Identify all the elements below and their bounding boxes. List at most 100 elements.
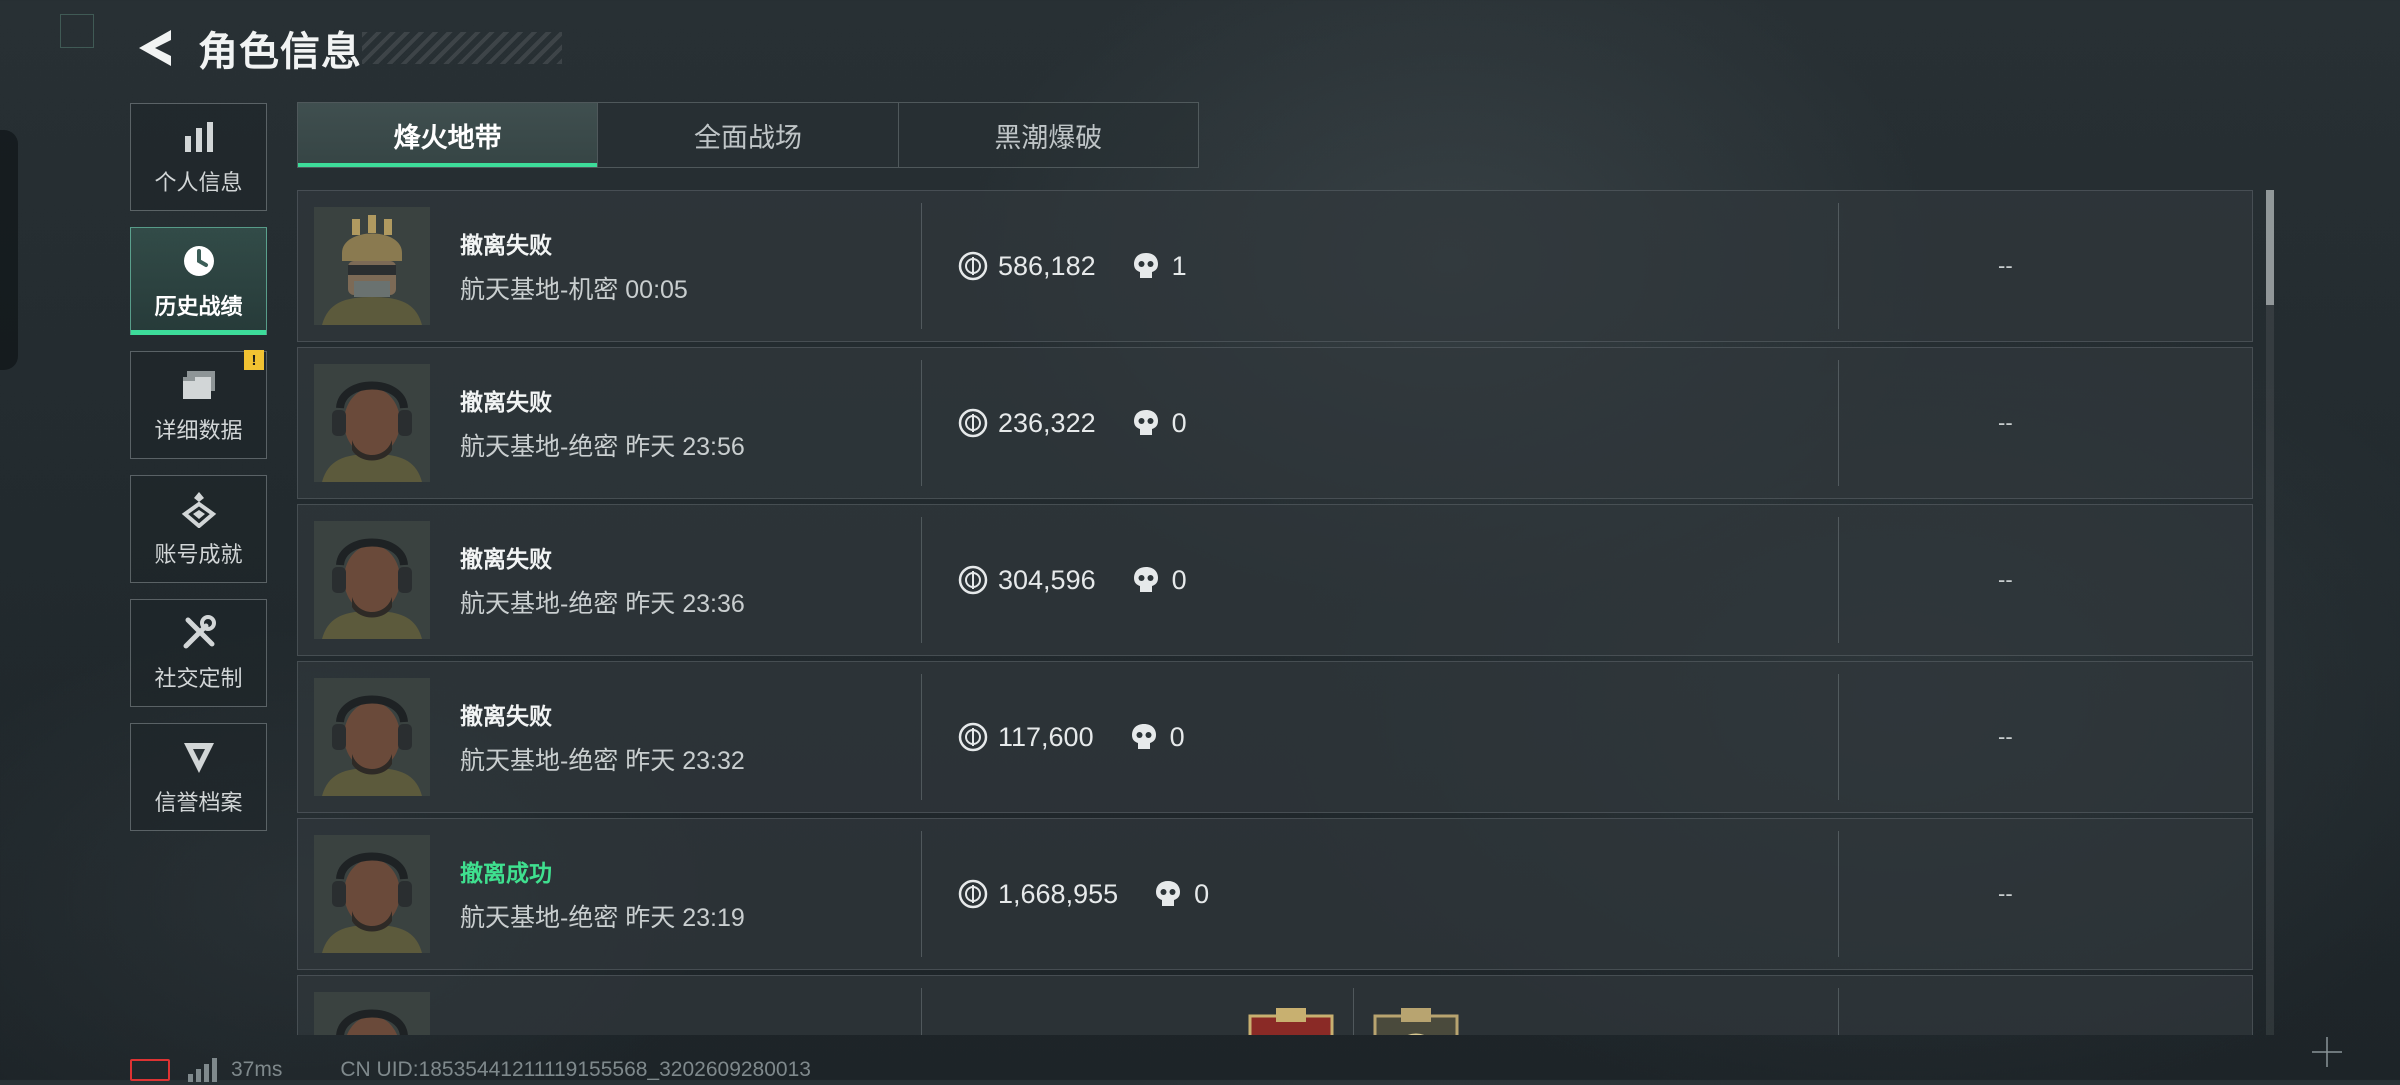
scrollbar-track[interactable]	[2266, 190, 2274, 1035]
sidebar: 个人信息 历史战绩 ! 详细数据 账号成就 社交定制 信誉档案	[130, 103, 267, 847]
sidebar-item-label: 详细数据	[154, 418, 243, 443]
divider	[921, 360, 922, 486]
kill-count: 1	[1171, 250, 1187, 281]
emblem-badge-icon	[1373, 1008, 1459, 1035]
kills-group: 0	[1154, 879, 1209, 910]
map-and-time: 航天基地-绝密 昨天 23:36	[460, 590, 745, 618]
shield-badge-icon	[179, 737, 219, 777]
tab-black-tide[interactable]: 黑潮爆破	[897, 103, 1198, 167]
asset-value: 117,600	[998, 721, 1094, 752]
page-title: 角色信息	[198, 30, 362, 74]
match-info: 撤离成功航天基地-绝密 昨天 23:19	[460, 854, 900, 934]
divider	[1353, 988, 1354, 1035]
divider	[1838, 360, 1839, 486]
match-stats: 4,998,4190	[958, 976, 1209, 1035]
extra-info: --	[1998, 253, 2013, 278]
operator-avatar	[314, 835, 430, 953]
coin-icon	[958, 722, 988, 752]
sidebar-item-label: 社交定制	[154, 666, 243, 691]
mode-tabs: 烽火地带 全面战场 黑潮爆破	[297, 102, 1199, 168]
match-row[interactable]: 撤离失败航天基地-绝密 昨天 23:56 236,322 0 --	[297, 347, 2253, 499]
match-row[interactable]: 撤离失败航天基地-绝密 昨天 23:36 304,596 0 --	[297, 504, 2253, 656]
operator-avatar	[314, 678, 430, 796]
kills-group: 0	[1132, 565, 1187, 596]
map-and-time: 航天基地-绝密 昨天 23:56	[460, 433, 745, 461]
asset-value: 236,322	[998, 407, 1096, 438]
sidebar-item-achievements[interactable]: 账号成就	[130, 475, 267, 583]
sidebar-item-social[interactable]: 社交定制	[130, 599, 267, 707]
match-stats: 117,600 0	[958, 662, 1185, 812]
coin-icon	[958, 408, 988, 438]
status-footer: 37ms CN UID:18535441211119155568_3202609…	[130, 1055, 811, 1085]
alert-badge: !	[244, 350, 264, 370]
tab-fenghuo[interactable]: 烽火地带	[298, 103, 598, 167]
map-and-time: 航天基地-绝密 昨天 23:32	[460, 747, 745, 775]
divider	[1838, 203, 1839, 329]
match-row[interactable]: 撤离成功 4,998,4190	[297, 975, 2253, 1035]
divider	[1838, 988, 1839, 1035]
match-row[interactable]: 撤离成功 航天基地-绝密 昨天 23:19 1,668,955 0 --	[297, 818, 2253, 970]
ping-text: 37ms	[231, 1058, 283, 1081]
asset-value: 304,596	[998, 564, 1096, 595]
match-row[interactable]: 撤离失败航天基地-机密 00:05 586,182 1 --	[297, 190, 2253, 342]
kills-group: 0	[1132, 408, 1187, 439]
match-row[interactable]: 撤离失败 航天基地-绝密 昨天 23:32 117,600 0 --	[297, 661, 2253, 813]
sidebar-item-reputation[interactable]: 信誉档案	[130, 723, 267, 831]
tab-full-battlefield[interactable]: 全面战场	[597, 103, 897, 167]
extra-info: --	[1998, 567, 2013, 592]
extra-info: --	[1998, 410, 2013, 435]
divider	[921, 988, 922, 1035]
extraction-status: 撤离成功	[460, 860, 552, 886]
match-info: 撤离失败航天基地-绝密 昨天 23:32	[460, 697, 900, 777]
divider	[921, 831, 922, 957]
extraction-status: 撤离失败	[460, 389, 552, 415]
uid-text: CN UID:18535441211119155568_320260928001…	[340, 1058, 811, 1081]
divider	[921, 517, 922, 643]
tools-icon	[179, 613, 219, 653]
divider	[921, 203, 922, 329]
operator-avatar	[314, 207, 430, 325]
kill-count: 0	[1194, 878, 1210, 909]
asset-value: 586,182	[998, 250, 1096, 281]
match-info: 撤离成功	[460, 1029, 900, 1035]
divider	[1838, 831, 1839, 957]
page-header: 角色信息	[130, 20, 562, 76]
signal-icon	[188, 1058, 217, 1082]
match-history-list: 撤离失败 航天基地-机密 00:05 586,182 1 -- 撤离失败 航天基地-绝密 昨…	[297, 190, 2253, 1035]
sidebar-item-personal-info[interactable]: 个人信息	[130, 103, 267, 211]
sidebar-item-label: 信誉档案	[154, 790, 243, 815]
bar-chart-icon	[179, 117, 219, 157]
operator-avatar	[314, 521, 430, 639]
back-button[interactable]	[130, 23, 180, 73]
history-clock-icon	[179, 241, 219, 281]
divider	[1838, 674, 1839, 800]
operator-avatar	[314, 992, 430, 1035]
title-decoration	[362, 32, 562, 64]
extra-info: --	[1998, 881, 2013, 906]
map-and-time: 航天基地-绝密 昨天 23:19	[460, 904, 745, 932]
sidebar-item-detailed-data[interactable]: ! 详细数据	[130, 350, 267, 459]
back-arrow-icon	[139, 30, 171, 66]
crosshair-icon	[2312, 1037, 2342, 1067]
edge-handle	[0, 130, 18, 370]
kill-count: 0	[1169, 721, 1185, 752]
divider	[1838, 517, 1839, 643]
kills-group: 1	[1132, 251, 1187, 282]
skull-icon	[1130, 722, 1158, 752]
extraction-status: 撤离失败	[460, 703, 552, 729]
medal-badge-icon	[1248, 1008, 1334, 1035]
map-and-time: 航天基地-机密 00:05	[460, 276, 688, 304]
corner-frame-mark	[60, 14, 94, 48]
match-info: 撤离失败航天基地-绝密 昨天 23:36	[460, 540, 900, 620]
match-info: 撤离失败航天基地-绝密 昨天 23:56	[460, 383, 900, 463]
kill-count: 0	[1171, 407, 1187, 438]
coin-icon	[958, 251, 988, 281]
kills-group: 0	[1130, 722, 1185, 753]
match-info: 撤离失败航天基地-机密 00:05	[460, 226, 900, 306]
scrollbar-thumb[interactable]	[2266, 190, 2274, 305]
sidebar-item-history[interactable]: 历史战绩	[130, 227, 267, 335]
extraction-status: 撤离失败	[460, 232, 552, 258]
coin-icon	[958, 879, 988, 909]
extraction-status: 撤离失败	[460, 546, 552, 572]
coin-icon	[958, 565, 988, 595]
